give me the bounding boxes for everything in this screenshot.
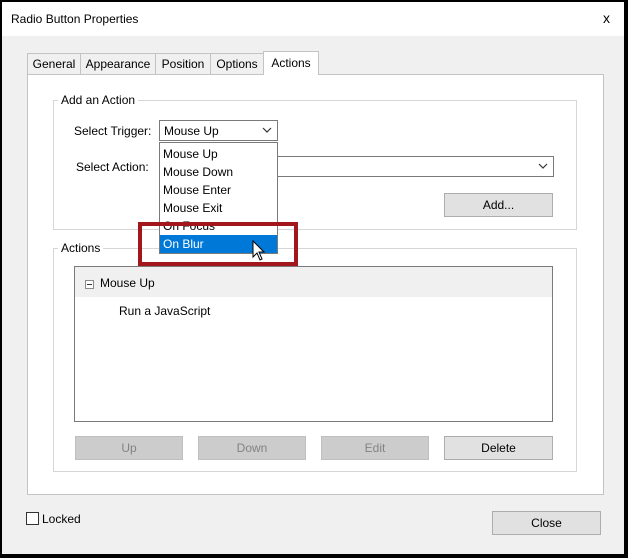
add-action-group-label: Add an Action: [58, 93, 139, 107]
collapse-minus-icon[interactable]: [85, 280, 94, 289]
select-trigger-label: Select Trigger:: [74, 124, 152, 138]
dropdown-option-mouse-down[interactable]: Mouse Down: [160, 163, 277, 181]
actions-tree[interactable]: Mouse Up Run a JavaScript: [74, 266, 553, 422]
tab-actions[interactable]: Actions: [263, 51, 319, 75]
select-action-label: Select Action:: [76, 160, 149, 174]
close-button[interactable]: Close: [492, 511, 601, 535]
trigger-select[interactable]: Mouse Up: [159, 120, 278, 141]
trigger-node-label: Mouse Up: [100, 276, 155, 290]
locked-checkbox[interactable]: [26, 512, 39, 525]
window-title: Radio Button Properties: [11, 12, 139, 26]
tab-options[interactable]: Options: [210, 53, 264, 74]
dropdown-option-mouse-exit[interactable]: Mouse Exit: [160, 199, 277, 217]
mouse-pointer-icon: [252, 240, 266, 261]
chevron-down-icon: [262, 127, 272, 133]
add-button[interactable]: Add...: [444, 193, 553, 217]
down-button[interactable]: Down: [198, 436, 306, 460]
actions-group-label: Actions: [58, 241, 104, 255]
locked-label: Locked: [42, 512, 81, 526]
list-item[interactable]: Run a JavaScript: [119, 304, 210, 318]
dropdown-option-mouse-enter[interactable]: Mouse Enter: [160, 181, 277, 199]
tab-position[interactable]: Position: [155, 53, 211, 74]
tab-appearance[interactable]: Appearance: [80, 53, 156, 74]
up-button[interactable]: Up: [75, 436, 183, 460]
close-icon[interactable]: x: [603, 11, 610, 25]
dropdown-option-mouse-up[interactable]: Mouse Up: [160, 145, 277, 163]
trigger-select-value: Mouse Up: [164, 124, 219, 138]
highlight-box: [138, 222, 298, 266]
chevron-down-icon: [538, 163, 548, 169]
edit-button[interactable]: Edit: [321, 436, 429, 460]
actions-tree-header[interactable]: Mouse Up: [75, 267, 552, 297]
delete-button[interactable]: Delete: [444, 436, 553, 460]
tab-general[interactable]: General: [27, 53, 81, 74]
title-bar: Radio Button Properties x: [2, 2, 624, 36]
